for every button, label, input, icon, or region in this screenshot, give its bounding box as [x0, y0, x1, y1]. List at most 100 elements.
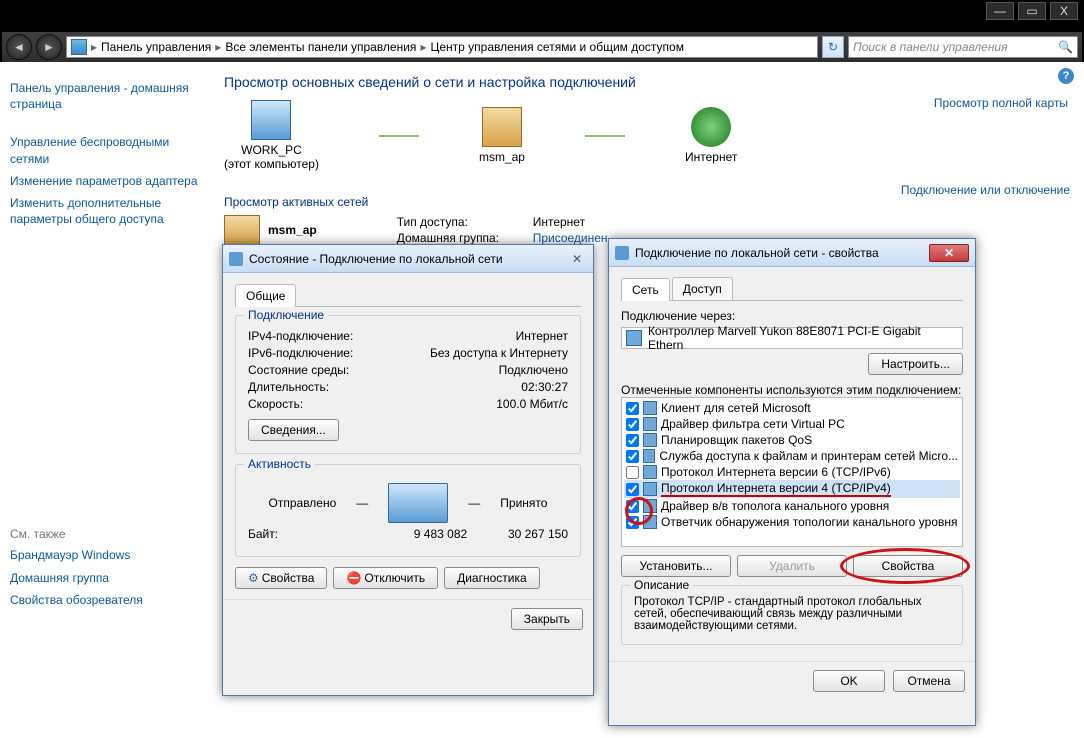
homegroup-value[interactable]: Присоединен	[533, 231, 608, 245]
sent-label: Отправлено	[269, 496, 337, 510]
connect-disconnect-link[interactable]: Подключение или отключение	[901, 183, 1070, 213]
component-item[interactable]: Планировщик пакетов QoS	[624, 432, 960, 448]
network-node-internet: Интернет	[685, 107, 737, 164]
component-checkbox[interactable]	[626, 402, 639, 415]
network-node-pc: WORK_PC (этот компьютер)	[224, 100, 319, 171]
window-close-button[interactable]: X	[1050, 2, 1078, 20]
description-label: Описание	[630, 578, 693, 592]
help-icon[interactable]: ?	[1058, 68, 1074, 84]
protocol-icon	[643, 465, 657, 479]
full-map-link[interactable]: Просмотр полной карты	[934, 96, 1068, 110]
see-also-homegroup[interactable]: Домашняя группа	[10, 570, 200, 586]
component-item[interactable]: Драйвер в/в тополога канального уровня	[624, 498, 960, 514]
active-networks-label: Просмотр активных сетей	[224, 195, 368, 209]
activity-group-label: Активность	[244, 457, 315, 471]
forward-button[interactable]: ►	[36, 34, 62, 60]
component-item[interactable]: Протокол Интернета версии 6 (TCP/IPv6)	[624, 464, 960, 480]
component-properties-button[interactable]: Свойства	[853, 555, 963, 577]
component-label: Драйвер в/в тополога канального уровня	[661, 499, 889, 513]
component-label: Драйвер фильтра сети Virtual PC	[661, 417, 845, 431]
configure-button[interactable]: Настроить...	[868, 353, 963, 375]
components-list[interactable]: Клиент для сетей Microsoft Драйвер фильтр…	[621, 397, 963, 547]
component-item[interactable]: Клиент для сетей Microsoft	[624, 400, 960, 416]
properties-dialog-title-bar[interactable]: Подключение по локальной сети - свойства…	[609, 239, 975, 267]
breadcrumb-item[interactable]: Центр управления сетями и общим доступом	[430, 40, 684, 54]
adapter-field: Контроллер Marvell Yukon 88E8071 PCI-E G…	[621, 327, 963, 349]
refresh-button[interactable]: ↻	[822, 36, 844, 58]
component-checkbox[interactable]	[626, 450, 639, 463]
diagnostics-button[interactable]: Диагностика	[444, 567, 540, 589]
sidebar: Панель управления - домашняя страница Уп…	[0, 62, 210, 738]
component-label: Клиент для сетей Microsoft	[661, 401, 811, 415]
ipv6-value: Без доступа к Интернету	[398, 346, 568, 360]
ipv6-label: IPv6-подключение:	[248, 346, 398, 360]
cancel-button[interactable]: Отмена	[893, 670, 965, 692]
search-input[interactable]: Поиск в панели управления 🔍	[848, 36, 1078, 58]
maximize-button[interactable]: ▭	[1018, 2, 1046, 20]
component-label: Протокол Интернета версии 4 (TCP/IPv4)	[661, 481, 891, 497]
dialog-close-button[interactable]: ✕	[929, 244, 969, 262]
install-button[interactable]: Установить...	[621, 555, 731, 577]
ipv4-label: IPv4-подключение:	[248, 329, 398, 343]
tab-network[interactable]: Сеть	[621, 278, 670, 301]
component-item[interactable]: Протокол Интернета версии 4 (TCP/IPv4)	[624, 480, 960, 498]
chevron-right-icon: ▸	[418, 40, 428, 54]
dash-icon: —	[356, 496, 368, 510]
connection-group-label: Подключение	[244, 308, 328, 322]
ok-button[interactable]: OK	[813, 670, 885, 692]
minimize-button[interactable]: —	[986, 2, 1014, 20]
component-item[interactable]: Ответчик обнаружения топологии канальног…	[624, 514, 960, 530]
connect-via-label: Подключение через:	[621, 309, 963, 323]
breadcrumb[interactable]: ▸ Панель управления ▸ Все элементы панел…	[66, 36, 818, 58]
access-type-label: Тип доступа:	[397, 215, 517, 229]
protocol-icon	[643, 515, 657, 529]
component-label: Служба доступа к файлам и принтерам сете…	[659, 449, 958, 463]
network-node-ap: msm_ap	[479, 107, 525, 164]
homegroup-label: Домашняя группа:	[397, 231, 517, 245]
status-dialog-title: Состояние - Подключение по локальной сет…	[249, 252, 503, 266]
bytes-received-value: 30 267 150	[483, 527, 568, 541]
component-item[interactable]: Служба доступа к файлам и принтерам сете…	[624, 448, 960, 464]
chevron-right-icon: ▸	[213, 40, 223, 54]
search-icon: 🔍	[1058, 40, 1073, 54]
sidebar-link-adapter-settings[interactable]: Изменение параметров адаптера	[10, 173, 200, 189]
properties-button[interactable]: ⚙Свойства	[235, 567, 327, 589]
close-button[interactable]: Закрыть	[511, 608, 583, 630]
status-dialog: Состояние - Подключение по локальной сет…	[222, 244, 594, 696]
dialog-close-icon[interactable]: ✕	[567, 252, 587, 266]
status-dialog-title-bar[interactable]: Состояние - Подключение по локальной сет…	[223, 245, 593, 273]
tab-access[interactable]: Доступ	[672, 277, 733, 300]
control-panel-icon	[71, 39, 87, 55]
pc-name: WORK_PC	[224, 143, 319, 157]
adapter-icon	[626, 330, 642, 346]
component-checkbox[interactable]	[626, 483, 639, 496]
see-also-firewall[interactable]: Брандмауэр Windows	[10, 547, 200, 563]
component-checkbox[interactable]	[626, 516, 639, 529]
breadcrumb-item[interactable]: Панель управления	[101, 40, 211, 54]
breadcrumb-item[interactable]: Все элементы панели управления	[225, 40, 416, 54]
network-name: msm_ap	[268, 223, 317, 237]
activity-icon	[388, 483, 448, 523]
component-checkbox[interactable]	[626, 418, 639, 431]
component-checkbox[interactable]	[626, 434, 639, 447]
component-item[interactable]: Драйвер фильтра сети Virtual PC	[624, 416, 960, 432]
search-placeholder: Поиск в панели управления	[853, 40, 1008, 54]
speed-value: 100.0 Мбит/с	[398, 397, 568, 411]
details-button[interactable]: Сведения...	[248, 419, 339, 441]
bytes-sent-value: 9 483 082	[398, 527, 483, 541]
protocol-icon	[643, 482, 657, 496]
component-label: Ответчик обнаружения топологии канальног…	[661, 515, 958, 529]
disable-icon: ⛔	[346, 571, 361, 585]
tab-general[interactable]: Общие	[235, 284, 296, 307]
sidebar-link-sharing-settings[interactable]: Изменить дополнительные параметры общего…	[10, 195, 200, 227]
received-label: Принято	[500, 496, 547, 510]
see-also-browser-props[interactable]: Свойства обозревателя	[10, 592, 200, 608]
chevron-right-icon: ▸	[89, 40, 99, 54]
disable-button[interactable]: ⛔Отключить	[333, 567, 438, 589]
component-checkbox[interactable]	[626, 466, 639, 479]
sidebar-home-link[interactable]: Панель управления - домашняя страница	[10, 80, 200, 112]
pc-sub: (этот компьютер)	[224, 157, 319, 171]
back-button[interactable]: ◄	[6, 34, 32, 60]
sidebar-link-wireless[interactable]: Управление беспроводными сетями	[10, 134, 200, 166]
component-checkbox[interactable]	[626, 500, 639, 513]
